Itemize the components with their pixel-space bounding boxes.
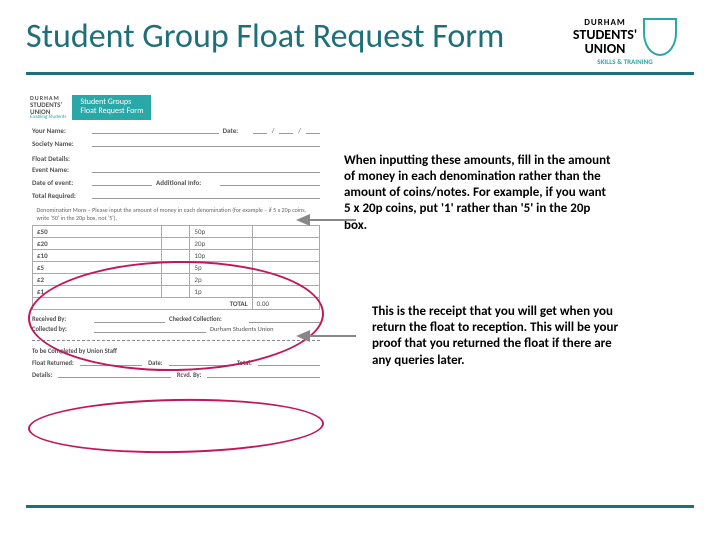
section-float-details: Float Details: xyxy=(26,150,326,163)
denomination-table: Denomination Mons – Please input the amo… xyxy=(32,204,320,310)
table-instruction: Denomination Mons – Please input the amo… xyxy=(33,204,320,226)
table-row: £5050p xyxy=(33,225,320,237)
highlight-circle-2 xyxy=(28,396,325,455)
field-floatret xyxy=(80,359,142,366)
table-row: £1010p xyxy=(33,249,320,261)
form-title-box: Student Groups Float Request Form xyxy=(72,95,151,120)
lbl-floatret: Float Returned: xyxy=(32,359,74,367)
field-date-m xyxy=(279,126,293,134)
lbl-your-name: Your Name: xyxy=(32,126,88,135)
field-your-name xyxy=(92,126,219,134)
lbl-checked: Checked Collection: xyxy=(169,315,245,323)
field-details xyxy=(58,371,171,378)
field-total2 xyxy=(258,359,320,366)
lbl-society: Society Name: xyxy=(32,139,88,148)
table-total-row: TOTAL0.00 xyxy=(33,297,320,309)
lbl-doe: Date of event: xyxy=(32,178,88,187)
lbl-recby: Received By: xyxy=(32,315,90,323)
dashed-divider xyxy=(32,340,320,341)
lbl-date2: Date: xyxy=(148,359,163,367)
lbl-total2: Total: xyxy=(237,359,252,367)
logo-text-union: UNION xyxy=(573,42,637,56)
divider-bottom xyxy=(26,505,694,508)
shield-icon xyxy=(643,18,677,56)
lbl-date: Date: xyxy=(223,126,249,135)
field-date-d xyxy=(253,126,267,134)
annotation-note-2: This is the receipt that you will get wh… xyxy=(372,304,622,369)
field-addinfo xyxy=(220,178,320,186)
field-rcvdby xyxy=(207,371,320,378)
lbl-totalreq: Total Required: xyxy=(32,191,88,200)
field-checked xyxy=(249,315,320,323)
field-doe xyxy=(92,178,152,186)
table-row: £11p xyxy=(33,285,320,297)
field-recby xyxy=(94,315,165,323)
field-totalreq xyxy=(92,191,320,199)
field-date2 xyxy=(169,359,231,366)
mini-logo-sub: Enabling Students xyxy=(30,115,66,120)
form-preview: DURHAM STUDENTS' UNION Enabling Students… xyxy=(26,93,326,381)
arrow-icon-1 xyxy=(296,214,356,226)
logo-subtext: SKILLS & TRAINING xyxy=(556,58,694,66)
form-title-l2: Float Request Form xyxy=(80,107,143,117)
lbl-details: Details: xyxy=(32,371,52,379)
annotation-note-1: When inputting these amounts, fill in th… xyxy=(344,153,614,234)
lbl-collby: Collected by: xyxy=(32,325,90,333)
field-collby xyxy=(94,325,206,333)
lbl-tobecompleted: To be Completed by Union Staff xyxy=(32,347,117,355)
mini-logo: DURHAM STUDENTS' UNION Enabling Students xyxy=(30,95,66,120)
page-title: Student Group Float Request Form xyxy=(26,18,556,56)
field-date-y xyxy=(306,126,320,134)
field-society xyxy=(92,139,320,147)
field-event xyxy=(92,165,320,173)
table-row: £55p xyxy=(33,261,320,273)
org-logo-top: DURHAM STUDENTS' UNION SKILLS & TRAINING xyxy=(556,18,694,66)
lbl-rcvdby: Rcvd. By: xyxy=(177,371,202,379)
lbl-addinfo: Additional Info: xyxy=(156,178,216,187)
lbl-event: Event Name: xyxy=(32,165,88,174)
arrow-icon-2 xyxy=(296,330,356,342)
divider-top xyxy=(26,72,694,75)
table-row: £22p xyxy=(33,273,320,285)
table-row: £2020p xyxy=(33,237,320,249)
